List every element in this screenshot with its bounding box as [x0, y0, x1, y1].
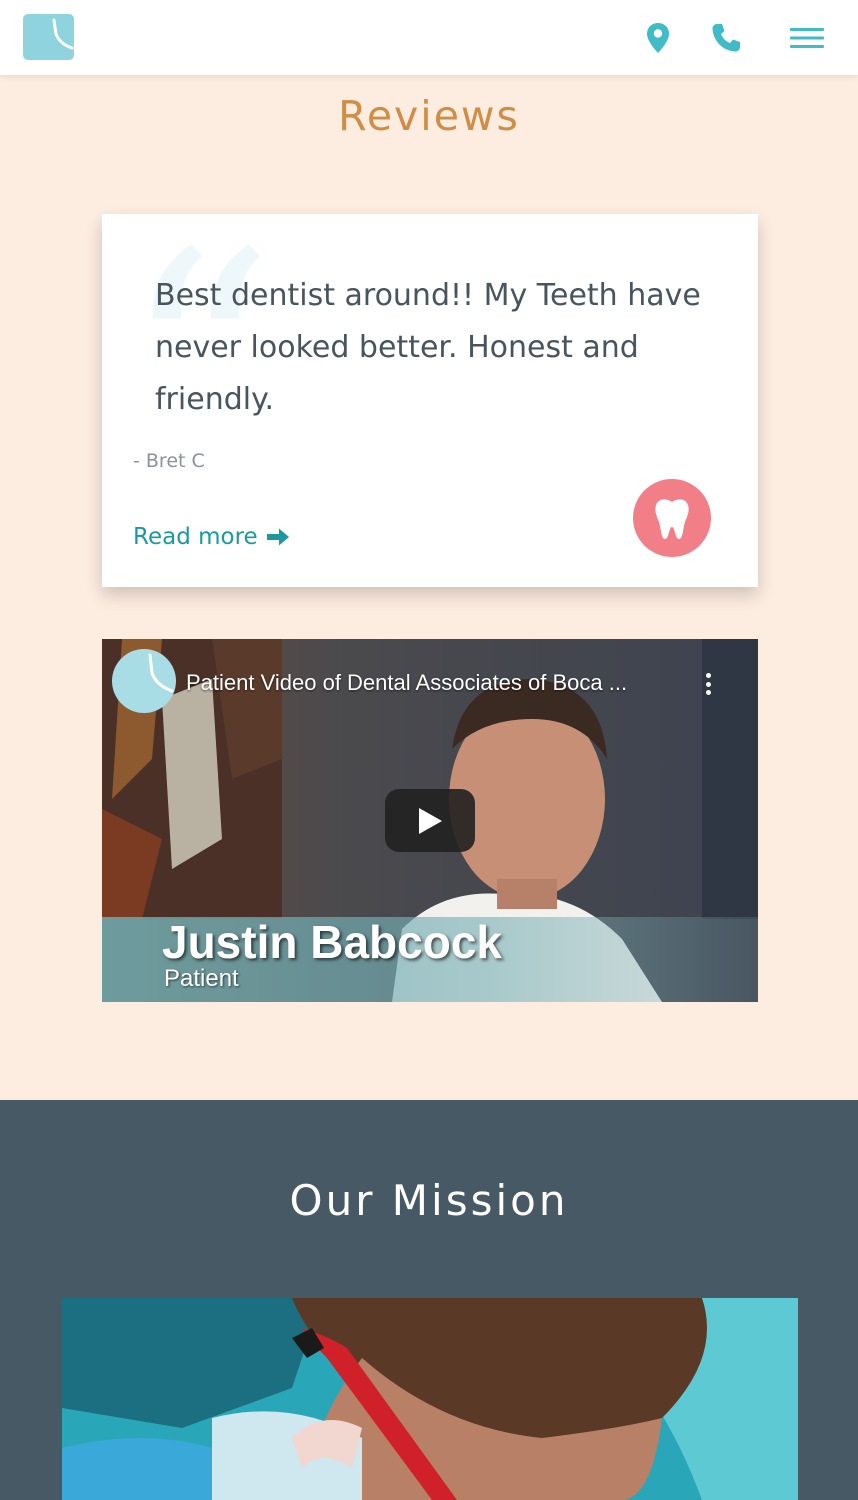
video-player[interactable]: Patient Video of Dental Associates of Bo…: [102, 639, 758, 1002]
hamburger-menu-icon[interactable]: [786, 20, 828, 56]
read-more-link[interactable]: Read more: [133, 524, 290, 550]
tooth-icon: [655, 499, 689, 539]
dentist-photo: [62, 1298, 798, 1500]
mission-photo: [62, 1298, 798, 1500]
mission-section: Our Mission: [0, 1100, 858, 1500]
more-vertical-icon[interactable]: [698, 669, 718, 699]
play-icon: [419, 807, 442, 834]
person-name: Justin Babcock: [162, 916, 502, 968]
location-pin-icon[interactable]: [640, 20, 676, 56]
site-header: [0, 0, 858, 75]
tooth-badge: [633, 479, 711, 557]
play-button[interactable]: [385, 789, 475, 852]
logo[interactable]: [23, 14, 74, 60]
logo-mark-icon: [52, 18, 74, 50]
channel-avatar[interactable]: [112, 649, 176, 713]
phone-icon[interactable]: [708, 20, 744, 56]
person-role: Patient: [164, 965, 239, 992]
arrow-right-icon: [266, 528, 289, 546]
review-author: - Bret C: [133, 450, 205, 472]
video-title[interactable]: Patient Video of Dental Associates of Bo…: [186, 670, 686, 696]
reviews-heading: Reviews: [338, 92, 520, 140]
review-text: Best dentist around!! My Teeth have neve…: [155, 278, 701, 417]
logo-mark-icon: [148, 653, 174, 693]
mission-heading: Our Mission: [289, 1176, 569, 1225]
review-card: “ Best dentist around!! My Teeth have ne…: [102, 214, 758, 587]
read-more-label: Read more: [133, 524, 258, 550]
